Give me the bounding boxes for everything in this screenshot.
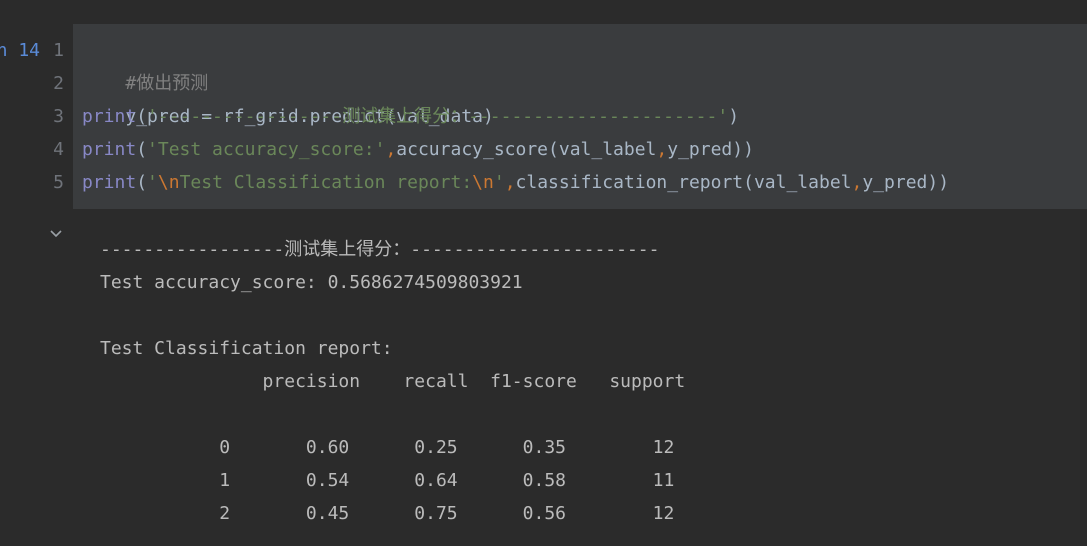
- code-comma: ,: [385, 139, 397, 160]
- code-comment: #做出预测: [125, 73, 209, 94]
- line-number-gutter: 1 2 3 4 5: [40, 34, 64, 199]
- escape-sequence: \n: [157, 172, 180, 193]
- code-comma: ,: [656, 139, 668, 160]
- code-lines[interactable]: #做出预测 y_pred = rf_grid.predict(val_data)…: [82, 34, 949, 199]
- string-literal: '-----------------测试集上得分：---------------…: [147, 106, 729, 127]
- chevron-down-icon-glyph: [50, 230, 62, 238]
- code-line-3[interactable]: print('-----------------测试集上得分：---------…: [82, 100, 949, 133]
- code-paren: ): [728, 106, 740, 127]
- code-paren: (: [136, 139, 148, 160]
- builtin-keyword: print: [82, 139, 137, 160]
- code-call: y_pred)): [667, 139, 754, 160]
- code-line-4[interactable]: print('Test accuracy_score:',accuracy_sc…: [82, 133, 949, 166]
- output-line: precision recall f1-score support: [100, 371, 686, 392]
- code-line-1[interactable]: #做出预测: [82, 34, 949, 94]
- string-literal: ': [147, 172, 158, 193]
- builtin-keyword: print: [82, 172, 137, 193]
- chevron-down-icon[interactable]: [48, 226, 64, 242]
- cell-output: -----------------测试集上得分：----------------…: [100, 233, 685, 530]
- code-comma: ,: [504, 172, 516, 193]
- string-literal: Test Classification report:: [179, 172, 473, 193]
- output-line: Test accuracy_score: 0.5686274509803921: [100, 272, 523, 293]
- line-number: 1: [53, 40, 64, 61]
- output-line: Test Classification report:: [100, 338, 393, 359]
- output-line: 2 0.45 0.75 0.56 12: [100, 503, 675, 524]
- line-number: 2: [53, 73, 64, 94]
- code-line-2[interactable]: y_pred = rf_grid.predict(val_data): [82, 67, 949, 127]
- code-comma: ,: [851, 172, 863, 193]
- builtin-keyword: print: [82, 106, 137, 127]
- line-number: 3: [53, 106, 64, 127]
- output-line: 1 0.54 0.64 0.58 11: [100, 470, 675, 491]
- escape-sequence: \n: [472, 172, 494, 193]
- string-literal: 'Test accuracy_score:': [147, 139, 386, 160]
- code-line-5[interactable]: print('\nTest Classification report:\n',…: [82, 166, 949, 199]
- line-number: 5: [53, 172, 64, 193]
- cell-execution-label: In 14: [0, 40, 40, 61]
- code-paren: (: [136, 172, 148, 193]
- output-line: 0 0.60 0.25 0.35 12: [100, 437, 675, 458]
- line-number: 4: [53, 139, 64, 160]
- code-call: y_pred)): [862, 172, 950, 193]
- code-call: classification_report(val_label: [515, 172, 852, 193]
- output-line: -----------------测试集上得分：----------------…: [100, 239, 660, 260]
- code-call: accuracy_score(val_label: [396, 139, 657, 160]
- code-paren: (: [136, 106, 148, 127]
- string-literal: ': [493, 172, 505, 193]
